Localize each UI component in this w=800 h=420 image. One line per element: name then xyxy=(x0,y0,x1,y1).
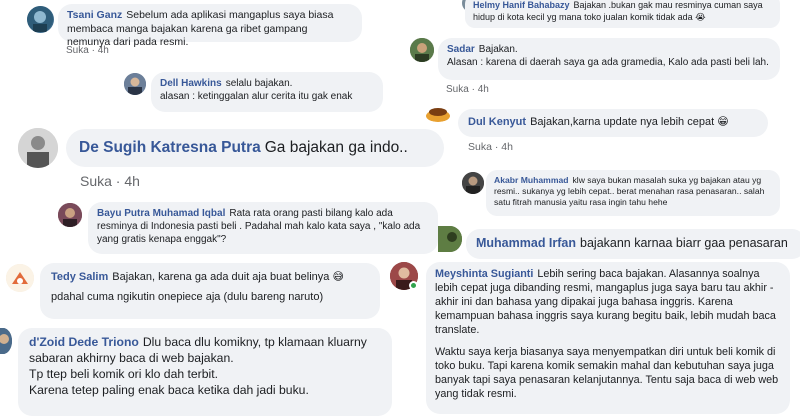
comment-bubble-irfan: Muhammad Irfan bajakann karnaa biarr gaa … xyxy=(466,229,800,259)
timestamp[interactable]: 4h xyxy=(478,84,489,95)
avatar-akabr[interactable] xyxy=(462,172,484,194)
comment-bubble-desugih: De Sugih Katresna Putra Ga bajakan ga ind… xyxy=(66,129,444,167)
like-link[interactable]: Suka xyxy=(66,45,89,56)
comment-meta-sadar: Suka · 4h xyxy=(446,84,489,95)
avatar-image xyxy=(0,328,12,354)
comment-meta-tsani: Suka · 4h xyxy=(66,45,109,56)
sweat-smile-emoji: 😅 xyxy=(332,271,344,283)
crying-emoji: 😭 xyxy=(695,11,706,22)
comment-author[interactable]: Helmy Hanif Bahabazy xyxy=(473,0,570,10)
comment-bubble-dzoid: d'Zoid Dede Triono Dlu baca dlu komikny, … xyxy=(18,328,392,416)
avatar-image xyxy=(6,264,34,292)
timestamp[interactable]: 4h xyxy=(501,141,513,153)
comment-author[interactable]: Dell Hawkins xyxy=(160,78,222,89)
comment-author[interactable]: Dul Kenyut xyxy=(468,116,526,128)
comment-author[interactable]: Akabr Muhammad xyxy=(494,175,569,185)
comment-author[interactable]: Tedy Salim xyxy=(51,271,108,283)
comment-bubble-akabr: Akabr Muhammad klw saya bukan masalah suk… xyxy=(486,170,780,216)
avatar-image xyxy=(438,226,462,252)
comment-text: Ga bajakan ga indo.. xyxy=(264,139,408,156)
avatar-image xyxy=(18,128,58,168)
comment-author[interactable]: De Sugih Katresna Putra xyxy=(79,139,261,156)
avatar-image xyxy=(426,108,450,122)
avatar-sadar[interactable] xyxy=(410,38,434,62)
comment-text: Bajakan. xyxy=(478,44,518,55)
comment-text: bajakann karnaa biarr gaa penasaran xyxy=(580,236,788,250)
comment-author[interactable]: Bayu Putra Muhamad Iqbal xyxy=(97,208,225,219)
comment-text-line2: alasan : ketinggalan alur cerita itu gak… xyxy=(160,91,353,102)
timestamp[interactable]: 4h xyxy=(98,45,109,56)
timestamp[interactable]: 4h xyxy=(124,173,140,189)
comment-text-line2: Tp ttep beli komik ori klo dah terbit. xyxy=(29,366,218,381)
comment-author[interactable]: Sadar xyxy=(447,44,475,55)
comment-meta-dul: Suka · 4h xyxy=(468,141,513,153)
comment-author[interactable]: d'Zoid Dede Triono xyxy=(29,335,139,349)
avatar-tedy[interactable] xyxy=(6,264,34,292)
avatar-tsani[interactable] xyxy=(27,6,54,33)
avatar-irfan[interactable] xyxy=(438,226,462,252)
comment-author[interactable]: Meyshinta Sugianti xyxy=(435,268,533,280)
comment-text-line2: pdahal cuma ngikutin onepiece aja (dulu … xyxy=(51,291,324,304)
comment-bubble-meyshinta: Meyshinta Sugianti Lebih sering baca baja… xyxy=(426,262,790,414)
comment-text-line3: Karena tetep paling enak baca ketika dah… xyxy=(29,382,309,397)
avatar-image xyxy=(462,172,484,194)
avatar-image xyxy=(58,203,82,227)
avatar-bayu[interactable] xyxy=(58,203,82,227)
online-status-indicator xyxy=(409,281,418,290)
comment-bubble-sadar: Sadar Bajakan. Alasan : karena di daerah … xyxy=(438,38,780,80)
avatar-desugih[interactable] xyxy=(18,128,58,168)
avatar-dell[interactable] xyxy=(124,73,146,95)
grin-emoji: 😁 xyxy=(717,116,729,128)
comment-meta-desugih: Suka · 4h xyxy=(80,173,140,189)
comment-text-line2: Alasan : karena di daerah saya ga ada gr… xyxy=(447,57,769,68)
comment-bubble-helmy: Helmy Hanif Bahabazy Bajakan .bukan gak m… xyxy=(465,0,780,28)
comment-bubble-dul: Dul Kenyut Bajakan,karna update nya lebih… xyxy=(458,109,768,137)
comment-bubble-tedy: Tedy Salim Bajakan, karena ga ada duit aj… xyxy=(40,263,380,319)
avatar-dzoid[interactable] xyxy=(0,328,12,354)
comment-author[interactable]: Muhammad Irfan xyxy=(476,236,576,250)
like-link[interactable]: Suka xyxy=(468,141,492,153)
comment-text: selalu bajakan. xyxy=(225,78,293,89)
comment-bubble-dell: Dell Hawkins selalu bajakan. alasan : ket… xyxy=(151,72,383,112)
comment-bubble-bayu: Bayu Putra Muhamad Iqbal Rata rata orang … xyxy=(88,202,438,254)
avatar-image xyxy=(27,6,53,32)
comment-text: Bajakan,karna update nya lebih cepat xyxy=(530,116,715,128)
like-link[interactable]: Suka xyxy=(446,84,469,95)
comment-bubble-tsani: Tsani Ganz Sebelum ada aplikasi mangaplus… xyxy=(58,4,362,48)
like-link[interactable]: Suka xyxy=(80,173,112,189)
avatar-image xyxy=(124,73,146,95)
avatar-dul[interactable] xyxy=(424,106,452,122)
avatar-image xyxy=(410,38,434,62)
comment-text-paragraph2: Waktu saya kerja biasanya saya menyempat… xyxy=(435,346,779,401)
comment-author[interactable]: Tsani Ganz xyxy=(67,9,122,21)
comment-text: Bajakan, karena ga ada duit aja buat bel… xyxy=(112,271,330,283)
